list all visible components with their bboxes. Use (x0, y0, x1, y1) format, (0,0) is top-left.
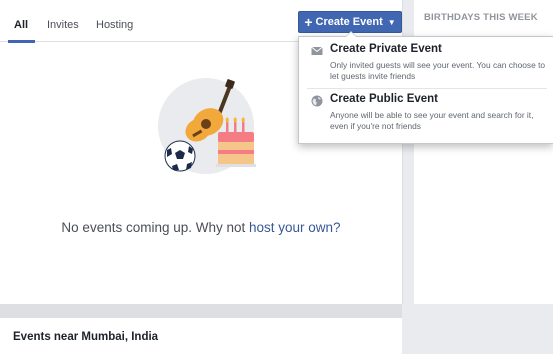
section-gap (0, 304, 402, 318)
birthdays-header: BIRTHDAYS THIS WEEK (424, 12, 538, 23)
create-private-event-title: Create Private Event (330, 43, 442, 55)
create-public-event-item[interactable]: Create Public Event Anyone will be able … (299, 91, 553, 141)
tab-all[interactable]: All (7, 0, 36, 43)
create-public-event-title: Create Public Event (330, 93, 439, 105)
envelope-icon (311, 46, 323, 55)
plus-icon: + (304, 14, 313, 30)
caret-down-icon: ▼ (387, 17, 396, 27)
menu-divider (307, 88, 547, 89)
tab-invites[interactable]: Invites (47, 0, 79, 42)
empty-state-message: No events coming up. Why not host your o… (0, 220, 402, 235)
events-illustration (158, 78, 256, 174)
create-event-button[interactable]: + Create Event ▼ (298, 11, 402, 33)
create-event-menu: Create Private Event Only invited guests… (298, 31, 553, 144)
events-near-title: Events near Mumbai, India (13, 331, 159, 343)
create-public-event-description: Anyone will be able to see your event an… (330, 110, 534, 131)
create-private-event-description: Only invited guests will see your event.… (330, 60, 546, 81)
globe-icon (311, 95, 323, 107)
create-private-event-item[interactable]: Create Private Event Only invited guests… (299, 41, 553, 87)
tab-hosting[interactable]: Hosting (96, 0, 133, 42)
host-your-own-link[interactable]: host your own? (249, 220, 341, 235)
create-event-label: Create Event (315, 16, 383, 28)
soccer-ball-icon (164, 140, 196, 172)
events-near-card: Events near Mumbai, India (0, 318, 402, 354)
empty-state-text: No events coming up. Why not (61, 220, 250, 235)
